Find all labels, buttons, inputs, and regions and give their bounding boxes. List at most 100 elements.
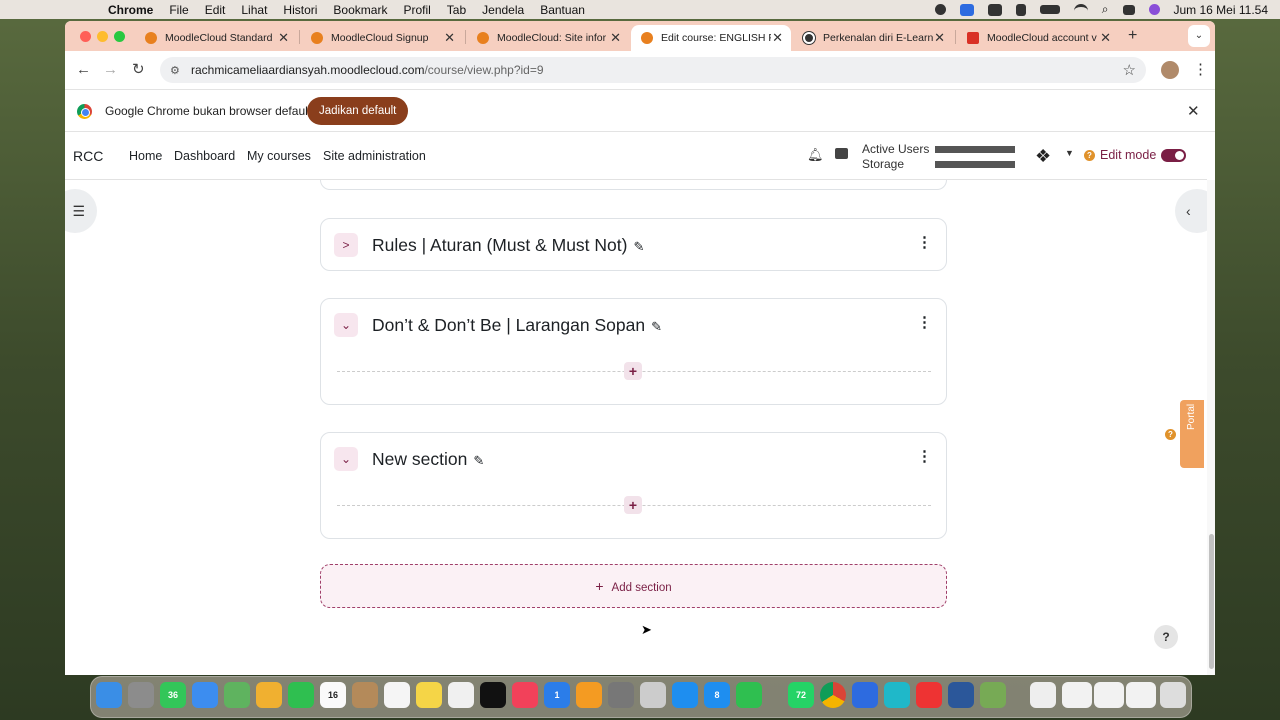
user-icon[interactable] <box>1015 3 1026 16</box>
messages-app-icon[interactable]: 36 <box>160 682 186 708</box>
user-menu-logo-icon[interactable]: ❖ <box>1035 145 1057 167</box>
word-icon[interactable] <box>948 682 974 708</box>
music-icon[interactable] <box>512 682 538 708</box>
profile-avatar[interactable] <box>1161 61 1179 79</box>
safari-icon[interactable] <box>672 682 698 708</box>
tab-close-icon[interactable]: ✕ <box>278 30 289 46</box>
nav-my-courses[interactable]: My courses <box>247 149 311 163</box>
address-bar[interactable]: ⚙ rachmicameliaardiansyah.moodlecloud.co… <box>160 57 1146 83</box>
canva-icon[interactable] <box>884 682 910 708</box>
expand-chevron-right-icon[interactable]: > <box>334 233 358 257</box>
section-kebab-menu-icon[interactable]: ⋮ <box>917 233 932 251</box>
game-icon[interactable] <box>980 682 1006 708</box>
chrome-icon[interactable] <box>820 682 846 708</box>
tab-close-icon[interactable]: ✕ <box>934 30 945 46</box>
apple-menu-icon[interactable] <box>80 3 96 17</box>
launchpad-icon[interactable] <box>128 682 154 708</box>
section-title[interactable]: Don’t & Don’t Be | Larangan Sopan ✎ <box>372 315 662 336</box>
menu-profiles[interactable]: Profil <box>403 3 430 17</box>
notifications-bell-icon[interactable]: 🔔︎ <box>807 147 824 163</box>
calendar-icon[interactable]: 16 <box>320 682 346 708</box>
section-title[interactable]: Rules | Aturan (Must & Must Not) ✎ <box>372 235 644 256</box>
facetime-icon[interactable] <box>288 682 314 708</box>
wps-office-icon[interactable] <box>916 682 942 708</box>
add-activity-plus-icon[interactable]: + <box>624 496 642 514</box>
siri-icon[interactable] <box>1148 4 1160 15</box>
pencil-icon[interactable]: ✎ <box>473 453 484 468</box>
menu-help[interactable]: Bantuan <box>540 3 585 17</box>
numbers-icon[interactable] <box>736 682 762 708</box>
tab-perkenalan-diri[interactable]: Perkenalan diri E-Learn ✕ <box>793 25 953 51</box>
close-window-icon[interactable] <box>80 31 91 42</box>
trash-icon[interactable] <box>1160 682 1186 708</box>
nav-home[interactable]: Home <box>129 149 162 163</box>
menu-window[interactable]: Jendela <box>482 3 524 17</box>
document-thumbnail-icon[interactable] <box>1030 682 1056 708</box>
infobar-close-icon[interactable]: ✕ <box>1187 102 1200 120</box>
section-title[interactable]: New section ✎ <box>372 449 484 470</box>
tab-moodlecloud-standard[interactable]: MoodleCloud Standard ✕ <box>135 25 297 51</box>
minimize-window-icon[interactable] <box>97 31 108 42</box>
wps-icon[interactable] <box>987 3 1002 16</box>
tab-close-icon[interactable]: ✕ <box>444 30 455 46</box>
menu-history[interactable]: Histori <box>283 3 317 17</box>
scripts-icon[interactable] <box>640 682 666 708</box>
spotlight-icon[interactable]: ⌕ <box>1102 2 1109 17</box>
photos-icon[interactable] <box>256 682 282 708</box>
menu-bookmarks[interactable]: Bookmark <box>333 3 387 17</box>
tab-edit-course[interactable]: Edit course: ENGLISH F ✕ <box>631 25 791 51</box>
pencil-icon[interactable]: ✎ <box>633 239 644 254</box>
section-kebab-menu-icon[interactable]: ⋮ <box>917 313 932 331</box>
user-menu-chevron-icon[interactable]: ▼ <box>1065 148 1074 158</box>
tab-moodlecloud-account[interactable]: MoodleCloud account v ✕ <box>957 25 1119 51</box>
reload-icon[interactable]: ↻ <box>132 62 145 78</box>
system-settings-icon[interactable] <box>608 682 634 708</box>
new-tab-icon[interactable]: + <box>1128 27 1137 45</box>
tab-close-icon[interactable]: ✕ <box>610 30 621 46</box>
set-default-button[interactable]: Jadikan default <box>307 97 409 125</box>
screenshot-thumbnail-icon[interactable] <box>1126 682 1156 708</box>
page-scrollbar-thumb[interactable] <box>1209 534 1214 669</box>
contacts-icon[interactable] <box>352 682 378 708</box>
nav-dashboard[interactable]: Dashboard <box>174 149 235 163</box>
collapse-chevron-down-icon[interactable]: ⌄ <box>334 447 358 471</box>
app-store-icon[interactable]: 8 <box>704 682 730 708</box>
section-kebab-menu-icon[interactable]: ⋮ <box>917 447 932 465</box>
portal-help-badge-icon[interactable]: ? <box>1165 429 1176 440</box>
help-badge-icon[interactable]: ? <box>1084 150 1095 161</box>
zoom-app-icon[interactable] <box>852 682 878 708</box>
menu-app-name[interactable]: Chrome <box>108 3 153 17</box>
tab-close-icon[interactable]: ✕ <box>772 30 783 46</box>
screenshot-thumbnail-icon[interactable] <box>1062 682 1092 708</box>
edit-mode-toggle[interactable] <box>1161 149 1186 162</box>
site-brand[interactable]: RCC <box>73 148 103 164</box>
menu-edit[interactable]: Edit <box>205 3 226 17</box>
tab-search-chevron-icon[interactable]: ⌄ <box>1188 25 1210 47</box>
zoom-icon[interactable] <box>959 3 974 16</box>
freeform-icon[interactable] <box>448 682 474 708</box>
messages-icon[interactable] <box>835 148 848 159</box>
menubar-datetime[interactable]: Jum 16 Mei 11.54 <box>1174 3 1269 17</box>
maps-icon[interactable] <box>224 682 250 708</box>
collapse-chevron-down-icon[interactable]: ⌄ <box>334 313 358 337</box>
whatsapp-icon[interactable]: 72 <box>788 682 814 708</box>
chrome-menu-icon[interactable]: ⋮ <box>1193 60 1208 78</box>
maximize-window-icon[interactable] <box>114 31 125 42</box>
tab-moodlecloud-signup[interactable]: MoodleCloud Signup ✕ <box>301 25 463 51</box>
add-activity-plus-icon[interactable]: + <box>624 362 642 380</box>
portal-side-tab[interactable]: Portal <box>1180 400 1204 468</box>
tab-close-icon[interactable]: ✕ <box>1100 30 1111 46</box>
apple-tv-icon[interactable] <box>480 682 506 708</box>
menu-view[interactable]: Lihat <box>241 3 267 17</box>
reminders-icon[interactable] <box>384 682 410 708</box>
nav-site-administration[interactable]: Site administration <box>323 149 426 163</box>
site-settings-icon[interactable]: ⚙ <box>170 64 183 77</box>
battery-icon[interactable] <box>1039 5 1060 14</box>
control-center-icon[interactable] <box>1122 4 1135 15</box>
wifi-icon[interactable] <box>1073 3 1088 16</box>
screenshot-thumbnail-icon[interactable] <box>1094 682 1124 708</box>
course-index-toggle[interactable]: ☰ <box>65 189 97 233</box>
help-question-button[interactable]: ? <box>1154 625 1178 649</box>
forward-arrow-icon[interactable]: → <box>103 62 118 78</box>
bookmark-star-icon[interactable]: ☆ <box>1123 61 1136 79</box>
